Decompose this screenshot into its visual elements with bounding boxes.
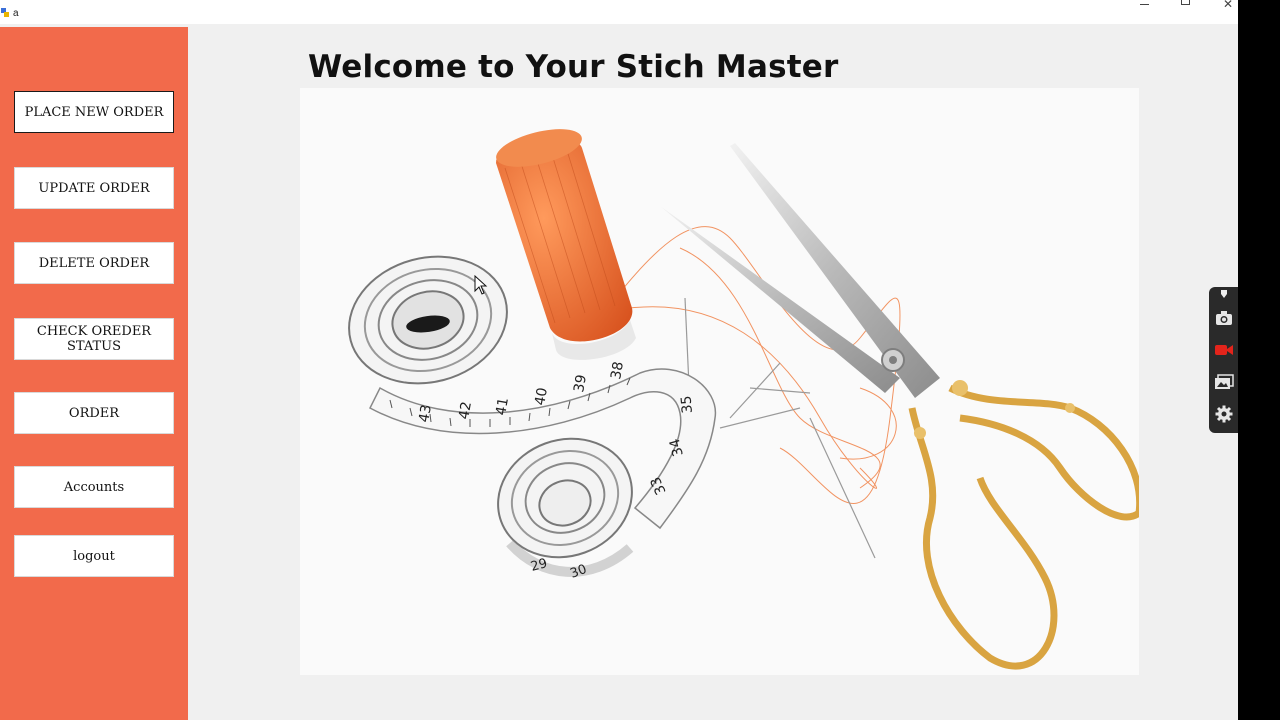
tape-number: 30: [568, 562, 589, 582]
tape-number: 43: [416, 403, 435, 423]
title-bar: a ✕: [0, 0, 1238, 24]
camera-icon[interactable]: [1213, 307, 1235, 329]
app-window: a ✕ PLACE NEW ORDER UPDATE ORDER DELETE …: [0, 0, 1238, 720]
settings-icon[interactable]: [1213, 403, 1235, 425]
order-button[interactable]: ORDER: [14, 392, 174, 434]
mouse-cursor-icon: [474, 275, 488, 295]
pin-icon[interactable]: [1213, 287, 1235, 301]
page-title: Welcome to Your Stich Master: [308, 49, 839, 85]
sewing-illustration: 43 42 41 40 39 38 35 34 33 29 30: [348, 129, 1139, 670]
sidebar: PLACE NEW ORDER UPDATE ORDER DELETE ORDE…: [0, 27, 188, 720]
logout-button[interactable]: logout: [14, 535, 174, 577]
tape-number: 40: [532, 386, 551, 406]
place-new-order-button[interactable]: PLACE NEW ORDER: [14, 91, 174, 133]
tape-number: 39: [571, 373, 590, 393]
gallery-icon[interactable]: [1213, 371, 1235, 393]
update-order-button[interactable]: UPDATE ORDER: [14, 167, 174, 209]
maximize-icon[interactable]: [1167, 0, 1207, 10]
tape-number: 42: [456, 400, 475, 420]
tape-number: 35: [678, 395, 695, 414]
delete-order-button[interactable]: DELETE ORDER: [14, 242, 174, 284]
close-icon[interactable]: ✕: [1208, 0, 1248, 10]
app-icon: [1, 8, 9, 18]
tape-number: 41: [493, 396, 512, 416]
accounts-button[interactable]: Accounts: [14, 466, 174, 508]
recorder-toolbar: [1209, 287, 1238, 433]
minimize-icon[interactable]: [1126, 0, 1166, 10]
video-icon[interactable]: [1213, 339, 1235, 361]
window-title: a: [13, 8, 19, 19]
hero-image: 43 42 41 40 39 38 35 34 33 29 30: [300, 88, 1139, 675]
tape-number: 38: [608, 360, 627, 380]
check-order-status-button[interactable]: CHECK OREDER STATUS: [14, 318, 174, 360]
